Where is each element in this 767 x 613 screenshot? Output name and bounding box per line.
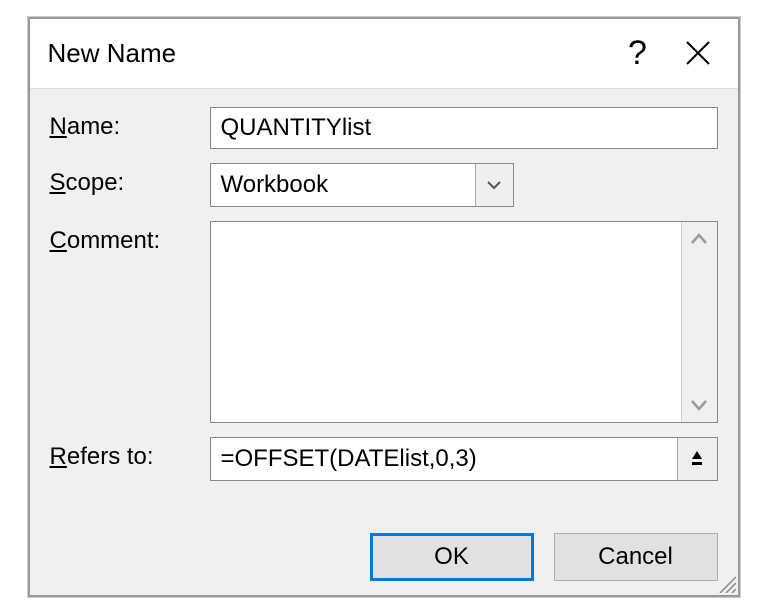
ok-button[interactable]: OK [370,533,534,581]
scope-select[interactable]: Workbook [210,163,514,207]
scroll-up-icon[interactable] [690,232,708,246]
close-icon [685,40,711,66]
help-button[interactable]: ? [608,23,668,83]
comment-input[interactable] [211,222,681,422]
close-button[interactable] [668,23,728,83]
collapse-dialog-button[interactable] [677,438,717,480]
new-name-dialog: New Name ? Name: Scope: Workbook [28,17,740,597]
dialog-title: New Name [48,38,608,69]
collapse-icon [688,450,706,468]
chevron-down-icon [487,180,501,190]
scope-value: Workbook [211,171,475,199]
dialog-content: Name: Scope: Workbook Comment: [30,89,738,533]
name-label: Name: [50,107,210,141]
scope-dropdown-button[interactable] [475,164,513,206]
comment-label: Comment: [50,221,210,255]
titlebar: New Name ? [30,19,738,89]
scroll-down-icon[interactable] [690,398,708,412]
refers-to-label: Refers to: [50,437,210,471]
comment-scrollbar[interactable] [681,222,717,422]
resize-grip[interactable] [716,573,736,593]
comment-box [210,221,718,423]
refers-to-wrap [210,437,718,481]
cancel-button[interactable]: Cancel [554,533,718,581]
scope-label: Scope: [50,163,210,197]
button-row: OK Cancel [30,533,738,595]
name-input[interactable] [210,107,718,149]
refers-to-input[interactable] [211,438,677,480]
